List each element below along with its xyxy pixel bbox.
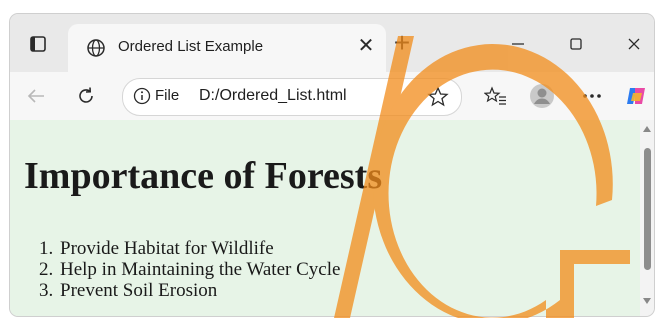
new-tab-button[interactable]: + (388, 29, 416, 58)
vertical-scrollbar[interactable] (640, 120, 654, 316)
back-button[interactable] (22, 82, 50, 110)
address-scheme-label: File (155, 87, 180, 104)
minimize-icon (512, 43, 524, 45)
copilot-button[interactable] (622, 82, 650, 110)
tab-ordered-list-example[interactable]: Ordered List Example ✕ (68, 24, 386, 72)
toolbar: File D:/Ordered_List.html (10, 72, 654, 120)
back-arrow-icon (27, 89, 44, 103)
list-item: Help in Maintaining the Water Cycle (58, 259, 340, 280)
globe-icon (87, 39, 105, 57)
copilot-icon (627, 88, 645, 104)
maximize-button[interactable] (562, 30, 590, 58)
info-icon[interactable] (133, 87, 151, 105)
tab-title: Ordered List Example (118, 38, 264, 55)
close-icon (628, 38, 640, 50)
page-title: Importance of Forests (24, 155, 383, 197)
address-bar[interactable]: File D:/Ordered_List.html (122, 78, 462, 116)
favorites-button[interactable] (482, 82, 510, 110)
scroll-down-arrow-icon[interactable] (643, 298, 651, 304)
maximize-icon (570, 38, 582, 50)
address-url[interactable]: D:/Ordered_List.html (199, 87, 347, 105)
refresh-button[interactable] (72, 82, 100, 110)
page-viewport: Importance of Forests Provide Habitat fo… (10, 120, 640, 316)
ordered-list: Provide Habitat for Wildlife Help in Mai… (24, 238, 340, 301)
list-item: Provide Habitat for Wildlife (58, 238, 340, 259)
avatar-icon (530, 84, 554, 108)
tab-actions-icon (30, 36, 46, 52)
favorite-star-icon[interactable] (427, 86, 449, 108)
minimize-button[interactable] (504, 30, 532, 58)
refresh-icon (79, 87, 93, 103)
tab-close-button[interactable]: ✕ (354, 34, 378, 58)
more-dots-icon (583, 94, 601, 98)
title-bar: Ordered List Example ✕ + (10, 14, 654, 72)
favorites-list-icon (484, 86, 506, 105)
tab-actions-button[interactable] (26, 32, 50, 56)
scroll-thumb[interactable] (644, 148, 651, 270)
scroll-up-arrow-icon[interactable] (643, 126, 651, 132)
profile-button[interactable] (528, 82, 556, 110)
close-window-button[interactable] (620, 30, 648, 58)
more-options-button[interactable] (578, 82, 606, 110)
list-item: Prevent Soil Erosion (58, 280, 340, 301)
browser-window: Ordered List Example ✕ + File D:/Ordered… (10, 14, 654, 316)
